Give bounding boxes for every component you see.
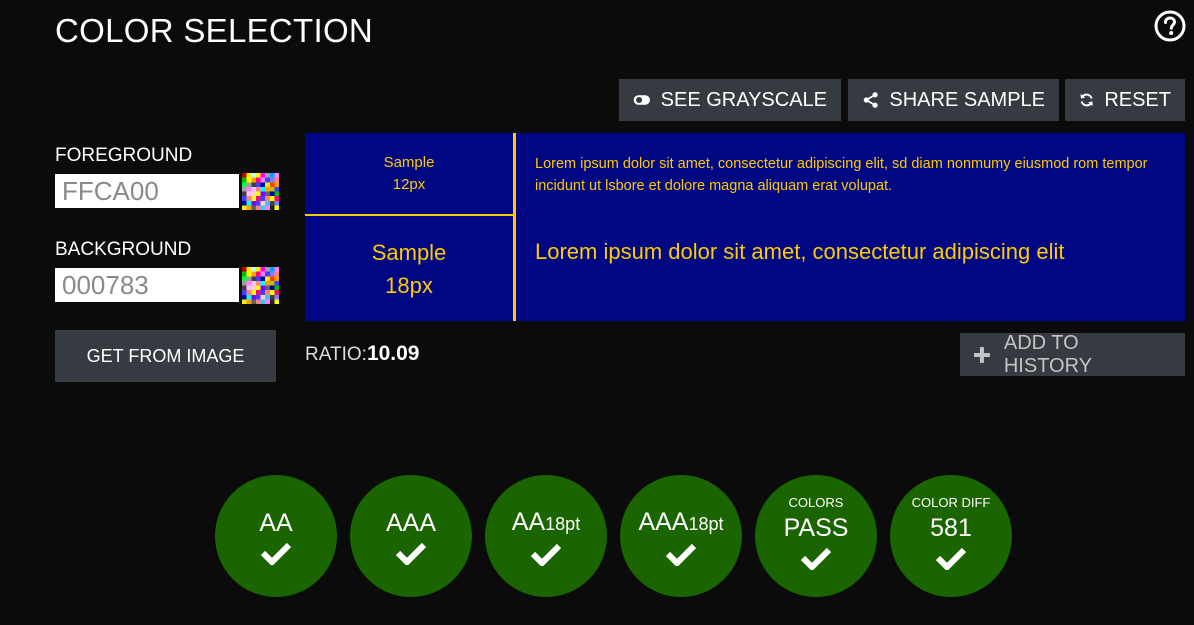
- foreground-input[interactable]: FFCA00: [55, 174, 239, 208]
- see-grayscale-button[interactable]: SEE GRAYSCALE: [619, 79, 841, 121]
- sample-18px-label: Sample: [371, 239, 447, 265]
- color-palette-icon[interactable]: [242, 173, 279, 210]
- badge-title: AAA18pt: [638, 507, 724, 536]
- result-badge-aa-18pt: AA18pt: [485, 475, 607, 597]
- badge-title: AAA: [385, 508, 437, 537]
- result-badge-colors: COLORS PASS: [755, 475, 877, 597]
- share-sample-label: SHARE SAMPLE: [889, 88, 1045, 111]
- sample-12px-size: 12px: [392, 175, 426, 193]
- badge-title: PASS: [783, 514, 849, 542]
- check-icon: [260, 542, 292, 565]
- sample-12px-label: Sample: [383, 153, 435, 171]
- question-circle-icon[interactable]: [1154, 10, 1186, 42]
- contrast-sample-preview: Sample 12px Sample 18px Lorem ipsum dolo…: [305, 133, 1185, 321]
- result-badge-aaa: AAA: [350, 475, 472, 597]
- result-badge-aaa-18pt: AAA18pt: [620, 475, 742, 597]
- result-badge-color-diff: COLOR DIFF 581: [890, 475, 1012, 597]
- sample-12px-cell: Sample 12px: [305, 133, 513, 214]
- badge-title: AA18pt: [511, 507, 581, 536]
- foreground-label: FOREGROUND: [55, 145, 193, 166]
- reset-button[interactable]: RESET: [1065, 79, 1185, 121]
- contrast-ratio: RATIO:10.09: [305, 342, 420, 366]
- badge-caption: COLOR DIFF: [911, 495, 991, 510]
- check-icon: [530, 543, 562, 566]
- reset-label: RESET: [1104, 88, 1171, 111]
- result-badge-aa: AA: [215, 475, 337, 597]
- ratio-value: 10.09: [366, 342, 420, 365]
- sample-18px-cell: Sample 18px: [305, 216, 513, 321]
- share-sample-button[interactable]: SHARE SAMPLE: [848, 79, 1059, 121]
- add-to-history-label: ADD TO HISTORY: [1003, 331, 1093, 377]
- toggle-icon: [633, 95, 650, 105]
- check-icon: [395, 542, 427, 565]
- ratio-label: RATIO:: [305, 344, 367, 365]
- add-to-history-button[interactable]: ADD TO HISTORY: [960, 331, 1185, 377]
- sample-divider-vertical: [513, 133, 516, 321]
- check-icon: [935, 547, 967, 570]
- check-icon: [665, 543, 697, 566]
- color-palette-icon[interactable]: [242, 267, 279, 304]
- check-icon: [800, 547, 832, 570]
- sample-18px-text: Lorem ipsum dolor sit amet, consectetur …: [535, 239, 1065, 264]
- sample-18px-size: 18px: [385, 272, 433, 298]
- see-grayscale-label: SEE GRAYSCALE: [660, 88, 827, 111]
- page-title: COLOR SELECTION: [55, 12, 374, 49]
- sample-12px-text: Lorem ipsum dolor sit amet, consectetur …: [535, 156, 1148, 194]
- background-label: BACKGROUND: [55, 239, 192, 260]
- get-from-image-button[interactable]: GET FROM IMAGE: [55, 330, 276, 382]
- sample-divider-horizontal: [305, 214, 513, 216]
- share-icon: [863, 92, 878, 108]
- badge-title: 581: [930, 514, 972, 542]
- refresh-icon: [1080, 93, 1093, 107]
- badge-title: AA: [259, 508, 293, 537]
- background-input[interactable]: 000783: [55, 268, 239, 302]
- plus-icon: [974, 346, 990, 363]
- badge-caption: COLORS: [788, 495, 844, 510]
